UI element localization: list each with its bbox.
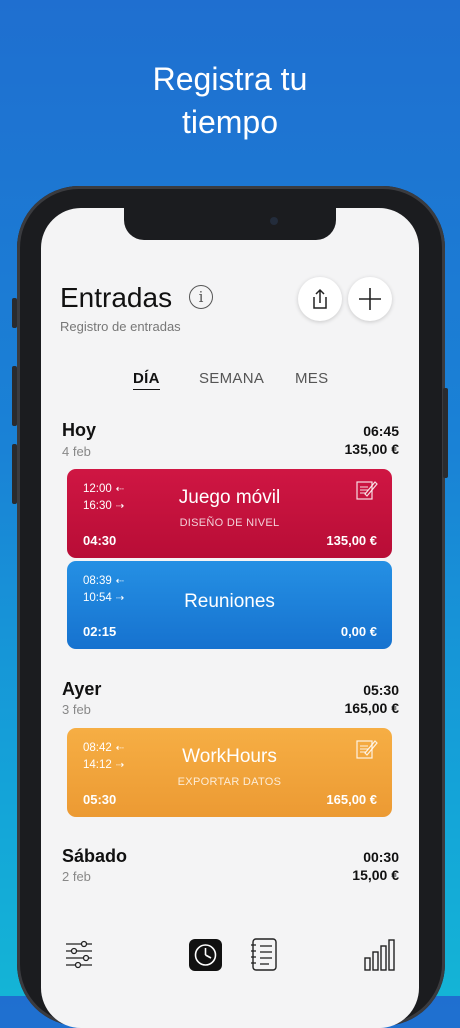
entry-amount: 0,00 €	[340, 624, 377, 639]
day-title: Sábado	[62, 846, 128, 866]
notebook-icon[interactable]	[249, 938, 279, 972]
tab-mes[interactable]: MES	[295, 370, 328, 387]
headline: Registra tu tiempo	[0, 58, 460, 144]
day-total-time: 05:30	[363, 682, 399, 698]
day-total: 00:30 15,00 €	[352, 848, 399, 884]
day-date: 4 feb	[62, 444, 91, 459]
entry-duration: 04:30	[83, 533, 117, 548]
tab-dia[interactable]: DÍA	[133, 370, 160, 390]
headline-line-2: tiempo	[181, 104, 279, 140]
day-total-amount: 15,00 €	[352, 867, 399, 883]
day-title: Ayer	[62, 679, 102, 699]
entry-name: WorkHours	[182, 746, 277, 767]
day-total-amount: 165,00 €	[344, 700, 400, 716]
entry-card[interactable]: 08:39 ⇠ 10:54 ⇢ Reuniones 02:15 0,00 €	[67, 561, 392, 649]
phone-power-button	[443, 388, 448, 478]
phone-volume-down	[12, 444, 17, 504]
clock-icon[interactable]	[189, 939, 222, 971]
plus-icon	[359, 288, 381, 310]
note-icon[interactable]	[356, 738, 378, 760]
entry-name: Juego móvil	[178, 487, 281, 508]
day-title: Hoy	[62, 420, 97, 440]
share-icon	[313, 288, 327, 309]
day-total-time: 06:45	[363, 423, 399, 439]
day-date: 3 feb	[62, 702, 91, 717]
entry-amount: 165,00 €	[326, 792, 377, 807]
tab-semana[interactable]: SEMANA	[199, 370, 264, 387]
day-total: 05:30 165,00 €	[345, 681, 400, 717]
entry-duration: 05:30	[83, 792, 117, 807]
camera	[270, 217, 278, 225]
entry-start-time: 08:39	[83, 575, 112, 587]
notch	[124, 208, 336, 240]
bottom-tab-bar	[41, 926, 419, 1006]
day-total-amount: 135,00 €	[344, 441, 400, 457]
page-title: Entradas	[60, 282, 173, 313]
filters-icon[interactable]	[64, 938, 94, 970]
entry-task: DISEÑO DE NIVEL	[179, 517, 280, 529]
info-button[interactable]: i	[189, 285, 213, 309]
bar-chart-icon[interactable]	[363, 938, 395, 972]
app-screen: Entradas i Registro de entradas DÍA SEMA…	[41, 208, 419, 1028]
entry-name: Reuniones	[184, 591, 275, 612]
share-button[interactable]	[298, 277, 342, 321]
phone-volume-up	[12, 366, 17, 426]
page-subtitle: Registro de entradas	[60, 319, 181, 334]
entry-amount: 135,00 €	[326, 533, 377, 548]
note-icon[interactable]	[356, 479, 378, 501]
headline-line-1: Registra tu	[152, 61, 308, 97]
day-total-time: 00:30	[363, 849, 399, 865]
entry-card[interactable]: 08:42 ⇠ 14:12 ⇢ WorkHours EXPORTAR DATOS 0…	[67, 728, 392, 817]
clock-in-arrow-icon: ⇠	[115, 576, 125, 587]
add-entry-button[interactable]	[348, 277, 392, 321]
phone-mute-switch	[12, 298, 17, 328]
entry-card[interactable]: 12:00 ⇠ 16:30 ⇢ Juego móvil DISEÑO DE NIVE…	[67, 469, 392, 558]
entry-task: EXPORTAR DATOS	[177, 776, 282, 788]
entry-duration: 02:15	[83, 624, 117, 639]
day-date: 2 feb	[62, 869, 91, 884]
day-total: 06:45 135,00 €	[345, 422, 400, 458]
